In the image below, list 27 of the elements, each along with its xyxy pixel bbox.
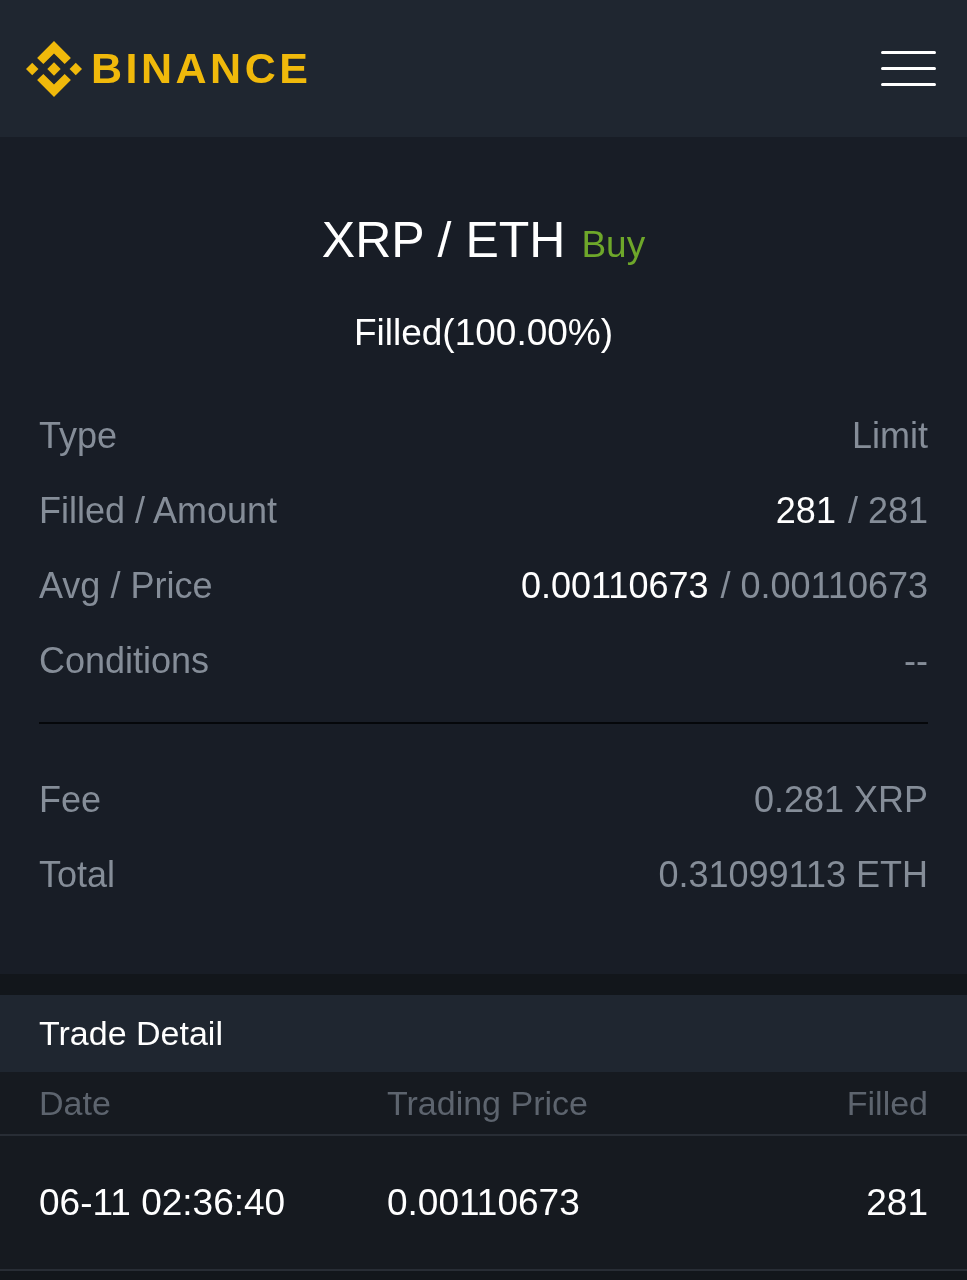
order-status: Filled(100.00%) <box>353 311 614 355</box>
detail-value: Limit <box>852 414 928 457</box>
order-side: Buy <box>581 223 646 267</box>
detail-label: Filled / Amount <box>39 489 278 532</box>
diamond-logo-icon <box>26 40 82 97</box>
detail-label: Avg / Price <box>39 564 213 607</box>
detail-label: Type <box>39 414 118 457</box>
column-header: Date <box>39 1083 112 1123</box>
detail-label: Total <box>39 853 116 896</box>
table-cell-text: 0.00110673 <box>387 1181 581 1224</box>
column-header: Trading Price <box>387 1083 589 1123</box>
executed-value: 0.00110673 <box>520 564 709 607</box>
table-cell: 281 <box>866 1181 928 1224</box>
brand-name: BINANCE <box>91 47 312 90</box>
executed-value: 281 <box>775 489 836 532</box>
detail-value: 0.281 XRP <box>753 778 928 821</box>
detail-label: Fee <box>39 778 102 821</box>
trading-pair: XRP / ETH <box>321 211 566 270</box>
detail-value: -- <box>904 639 928 682</box>
table-cell-text: 06-11 02:36:40 <box>39 1181 287 1224</box>
menu-icon[interactable] <box>881 51 936 86</box>
detail-value: / 281 <box>847 489 928 532</box>
column-header: Filled <box>846 1083 928 1123</box>
detail-value: 0.31099113 ETH <box>658 853 928 896</box>
detail-value: / 0.00110673 <box>720 564 928 607</box>
detail-label: Conditions <box>39 639 210 682</box>
section-title: Trade Detail <box>39 1014 223 1053</box>
